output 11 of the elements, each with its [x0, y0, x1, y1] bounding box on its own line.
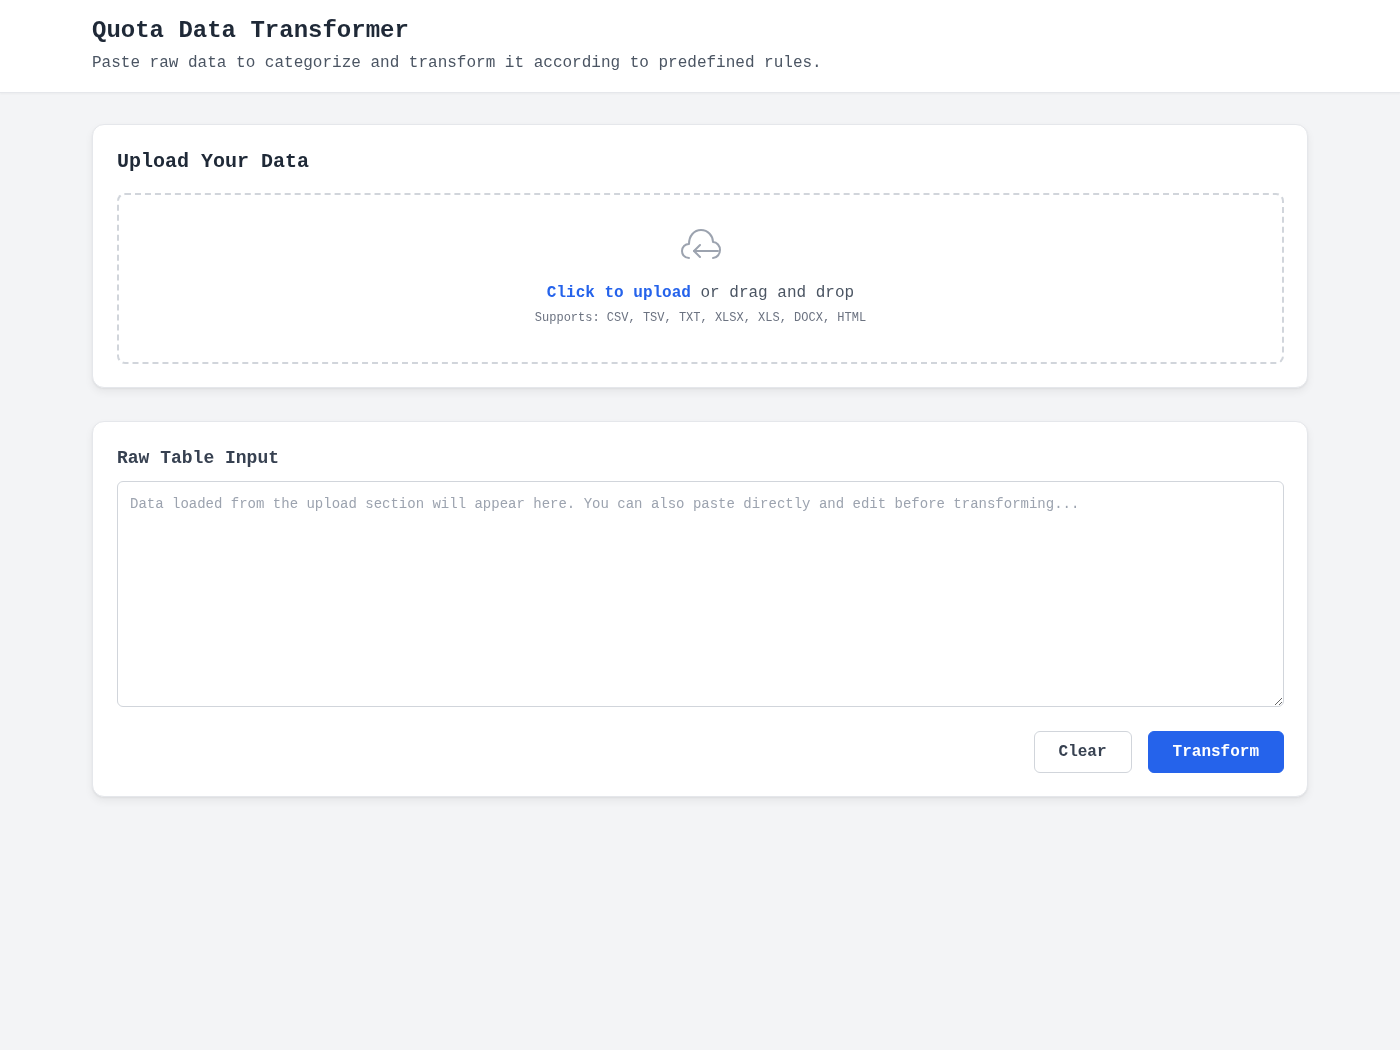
- page-subtitle: Paste raw data to categorize and transform it according to predefined rules.: [92, 53, 823, 74]
- clear-button[interactable]: Clear: [1033, 731, 1132, 773]
- upload-dropzone[interactable]: Click to upload or drag and drop Supports: CSV, TSV, TXT, XLSX, XLS, DOCX, HTML: [117, 193, 1284, 364]
- raw-data-textarea[interactable]: Data loaded from the upload section will appear here. You can also paste directly and edit before transforming...: [117, 481, 1284, 707]
- supported-formats: Supports: CSV, TSV, TXT, XLSX, XLS, DOCX, HTML: [534, 310, 867, 327]
- page-title: Quota Data Transformer: [92, 16, 410, 46]
- card-title: Upload Your Data: [117, 149, 311, 175]
- upload-link[interactable]: Click to upload: [546, 284, 691, 302]
- card-title: Raw Table Input: [117, 447, 281, 470]
- transform-button[interactable]: Transform: [1147, 731, 1284, 773]
- upload-prompt: Click to upload or drag and drop: [546, 283, 855, 304]
